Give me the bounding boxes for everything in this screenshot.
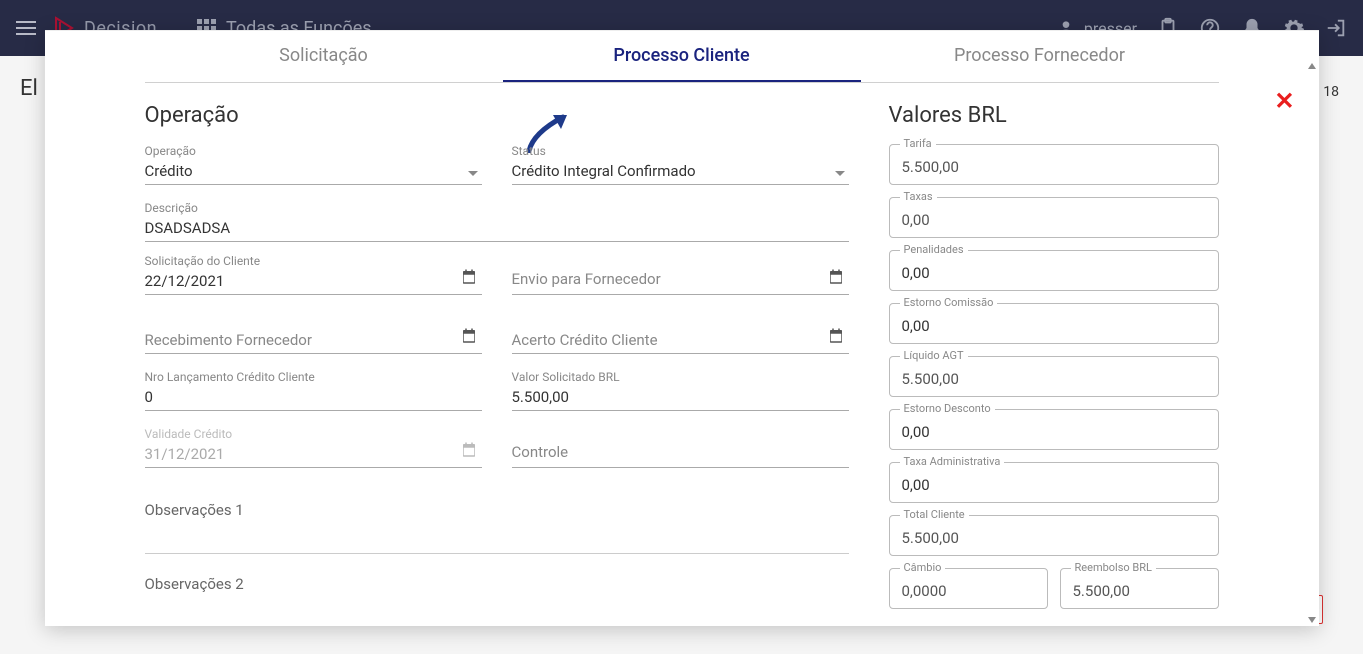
value: 22/12/2021	[145, 270, 482, 294]
operacao-section: Operação Operação Crédito Status Crédito…	[145, 103, 849, 621]
value: 5.500,00	[902, 370, 960, 388]
field-estorno-desconto[interactable]: Estorno Desconto 0,00	[889, 409, 1219, 450]
modal-tabs: Solicitação Processo Cliente Processo Fo…	[145, 31, 1219, 83]
field-obs1[interactable]: Observações 1	[145, 500, 849, 554]
field-acerto-credito[interactable]: Acerto Crédito Cliente	[512, 315, 849, 354]
value: DSADSADSA	[145, 217, 849, 241]
field-valor-solicitado[interactable]: Valor Solicitado BRL 5.500,00	[512, 370, 849, 411]
field-status[interactable]: Status Crédito Integral Confirmado	[512, 144, 849, 185]
scrollbar[interactable]	[1307, 63, 1317, 623]
label: Operação	[145, 144, 482, 158]
value: 0,00	[902, 264, 930, 282]
field-recebimento-fornecedor[interactable]: Recebimento Fornecedor	[145, 315, 482, 354]
field-cambio: Câmbio 0,0000	[889, 568, 1048, 609]
value: 0,00	[902, 317, 930, 335]
modal-content: Operação Operação Crédito Status Crédito…	[45, 83, 1319, 621]
operacao-title: Operação	[145, 103, 849, 128]
value: 0,00	[902, 476, 930, 494]
field-operacao[interactable]: Operação Crédito	[145, 144, 482, 185]
field-taxa-admin[interactable]: Taxa Administrativa 0,00	[889, 462, 1219, 503]
field-nro-lancamento[interactable]: Nro Lançamento Crédito Cliente 0	[145, 370, 482, 411]
chevron-down-icon	[468, 171, 478, 176]
label: Estorno Desconto	[900, 402, 995, 415]
value: 5.500,00	[902, 529, 960, 547]
modal-overlay: Solicitação Processo Cliente Processo Fo…	[0, 0, 1363, 654]
calendar-icon[interactable]	[827, 268, 845, 286]
value: 0	[145, 386, 482, 410]
label: Penalidades	[900, 243, 968, 256]
label: Valor Solicitado BRL	[512, 370, 849, 384]
label: Câmbio	[900, 561, 946, 574]
scroll-up-icon[interactable]	[1308, 63, 1316, 69]
tab-processo-cliente[interactable]: Processo Cliente	[503, 31, 861, 82]
label: Total Cliente	[900, 508, 969, 521]
label: Taxas	[900, 190, 937, 203]
calendar-icon	[460, 441, 478, 459]
value: Crédito	[145, 160, 482, 184]
placeholder: Recebimento Fornecedor	[145, 329, 482, 353]
field-taxas: Taxas 0,00	[889, 197, 1219, 238]
scroll-down-icon[interactable]	[1308, 617, 1316, 623]
field-penalidades[interactable]: Penalidades 0,00	[889, 250, 1219, 291]
field-controle[interactable]: Controle	[512, 427, 849, 468]
field-obs2[interactable]: Observações 2	[145, 574, 849, 593]
value: 5.500,00	[902, 158, 960, 176]
label: Solicitação do Cliente	[145, 254, 482, 268]
field-estorno-comissao[interactable]: Estorno Comissão 0,00	[889, 303, 1219, 344]
calendar-icon[interactable]	[460, 327, 478, 345]
field-descricao[interactable]: Descrição DSADSADSA	[145, 201, 849, 242]
value: 0,0000	[902, 582, 947, 600]
label: Reembolso BRL	[1071, 561, 1156, 574]
placeholder: Envio para Fornecedor	[512, 268, 849, 292]
field-liquido-agt: Líquido AGT 5.500,00	[889, 356, 1219, 397]
field-tarifa: Tarifa 5.500,00	[889, 144, 1219, 185]
calendar-icon[interactable]	[460, 268, 478, 286]
label: Observações 2	[145, 575, 244, 593]
calendar-icon[interactable]	[827, 327, 845, 345]
chevron-down-icon	[835, 171, 845, 176]
label: Descrição	[145, 201, 849, 215]
close-icon[interactable]: ✕	[1274, 87, 1294, 115]
label: Taxa Administrativa	[900, 455, 1005, 468]
modal: Solicitação Processo Cliente Processo Fo…	[45, 30, 1319, 626]
label: Status	[512, 144, 849, 158]
value: Crédito Integral Confirmado	[512, 160, 849, 184]
tab-solicitacao[interactable]: Solicitação	[145, 31, 503, 82]
valores-title: Valores BRL	[889, 103, 1219, 128]
label: Nro Lançamento Crédito Cliente	[145, 370, 482, 384]
valores-section: Valores BRL Tarifa 5.500,00 Taxas 0,00 P…	[889, 103, 1219, 621]
field-reembolso: Reembolso BRL 5.500,00	[1060, 568, 1219, 609]
label: Observações 1	[145, 501, 244, 519]
placeholder: Controle	[512, 441, 849, 465]
value: 5.500,00	[1073, 582, 1131, 600]
label: Estorno Comissão	[900, 296, 998, 309]
value: 0,00	[902, 423, 930, 441]
value: 31/12/2021	[145, 443, 482, 467]
value: 0,00	[902, 211, 930, 229]
tab-processo-fornecedor[interactable]: Processo Fornecedor	[861, 31, 1219, 82]
field-total-cliente: Total Cliente 5.500,00	[889, 515, 1219, 556]
value: 5.500,00	[512, 386, 849, 410]
field-envio-fornecedor[interactable]: Envio para Fornecedor	[512, 254, 849, 295]
field-solicitacao-cliente[interactable]: Solicitação do Cliente 22/12/2021	[145, 254, 482, 295]
field-validade-credito: Validade Crédito 31/12/2021	[145, 427, 482, 468]
label: Tarifa	[900, 137, 936, 150]
label: Validade Crédito	[145, 427, 482, 441]
label: Líquido AGT	[900, 349, 968, 362]
placeholder: Acerto Crédito Cliente	[512, 329, 849, 353]
